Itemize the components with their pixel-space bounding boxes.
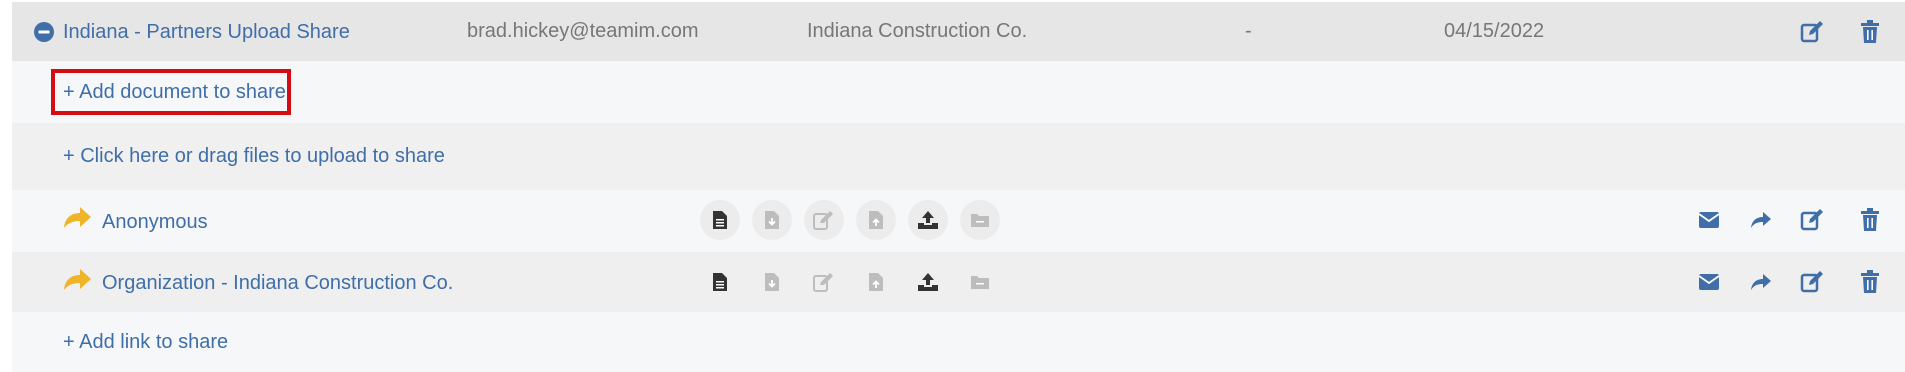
edit-permission-icon[interactable]	[804, 200, 844, 240]
recipient-name[interactable]: Anonymous	[102, 211, 208, 234]
edit-icon[interactable]	[1797, 17, 1827, 47]
trash-icon[interactable]	[1855, 267, 1885, 297]
owner-email: brad.hickey@teamim.com	[467, 20, 699, 42]
download-permission-icon[interactable]	[752, 262, 792, 302]
expiry-value: -	[1245, 20, 1252, 42]
view-permission-icon[interactable]	[700, 262, 740, 302]
trash-icon[interactable]	[1855, 17, 1885, 47]
edit-icon[interactable]	[1797, 205, 1827, 235]
trash-icon[interactable]	[1855, 205, 1885, 235]
upload-tray-permission-icon[interactable]	[908, 200, 948, 240]
share-title-link[interactable]: Indiana - Partners Upload Share	[63, 21, 350, 44]
folder-permission-icon[interactable]	[960, 262, 1000, 302]
share-arrow-icon	[62, 265, 92, 295]
edit-permission-icon[interactable]	[804, 262, 844, 302]
folder-permission-icon[interactable]	[960, 200, 1000, 240]
upload-tray-permission-icon[interactable]	[908, 262, 948, 302]
share-date: 04/15/2022	[1444, 20, 1545, 42]
upload-files-link[interactable]: + Click here or drag files to upload to …	[63, 145, 445, 168]
recipient-row: Anonymous	[12, 190, 1905, 250]
share-panel: Indiana - Partners Upload Share brad.hic…	[12, 2, 1905, 372]
forward-icon[interactable]	[1746, 205, 1776, 235]
add-link-link[interactable]: + Add link to share	[63, 331, 228, 354]
share-arrow-icon	[62, 203, 92, 233]
share-header-row: Indiana - Partners Upload Share brad.hic…	[12, 2, 1905, 61]
collapse-icon[interactable]	[29, 17, 59, 47]
recipient-row: Organization - Indiana Construction Co.	[12, 252, 1905, 312]
upload-permission-icon[interactable]	[856, 200, 896, 240]
envelope-icon[interactable]	[1694, 205, 1724, 235]
download-permission-icon[interactable]	[752, 200, 792, 240]
view-permission-icon[interactable]	[700, 200, 740, 240]
organization-name: Indiana Construction Co.	[807, 20, 1028, 42]
add-document-link[interactable]: + Add document to share	[63, 81, 286, 104]
upload-dropzone[interactable]: + Click here or drag files to upload to …	[12, 123, 1905, 190]
upload-permission-icon[interactable]	[856, 262, 896, 302]
envelope-icon[interactable]	[1694, 267, 1724, 297]
recipient-name[interactable]: Organization - Indiana Construction Co.	[102, 272, 453, 295]
edit-icon[interactable]	[1797, 267, 1827, 297]
forward-icon[interactable]	[1746, 267, 1776, 297]
